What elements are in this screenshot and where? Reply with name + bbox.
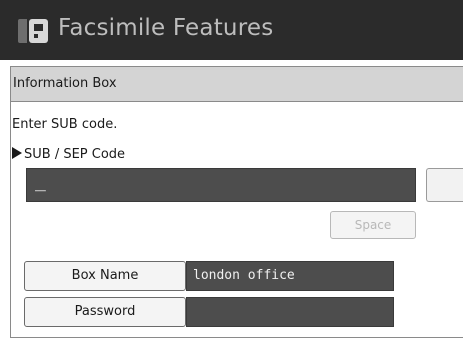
fax-icon [18, 19, 48, 43]
arrow-right-icon [12, 147, 22, 159]
side-button[interactable] [426, 168, 463, 202]
panel-title: Information Box [13, 76, 117, 91]
sub-sep-code-input[interactable]: _ [26, 168, 416, 202]
input-cursor: _ [35, 171, 46, 192]
password-field [186, 297, 394, 327]
app-header: Facsimile Features [0, 0, 463, 60]
sub-sep-code-label: SUB / SEP Code [12, 147, 125, 162]
page-title: Facsimile Features [58, 15, 274, 41]
instruction-text: Enter SUB code. [12, 117, 118, 132]
space-button[interactable]: Space [330, 211, 416, 239]
box-name-field: london office [186, 261, 394, 291]
box-name-button[interactable]: Box Name [24, 261, 186, 291]
password-button[interactable]: Password [24, 297, 186, 327]
panel-title-bar: Information Box [11, 67, 463, 102]
sub-sep-code-label-text: SUB / SEP Code [24, 147, 126, 162]
